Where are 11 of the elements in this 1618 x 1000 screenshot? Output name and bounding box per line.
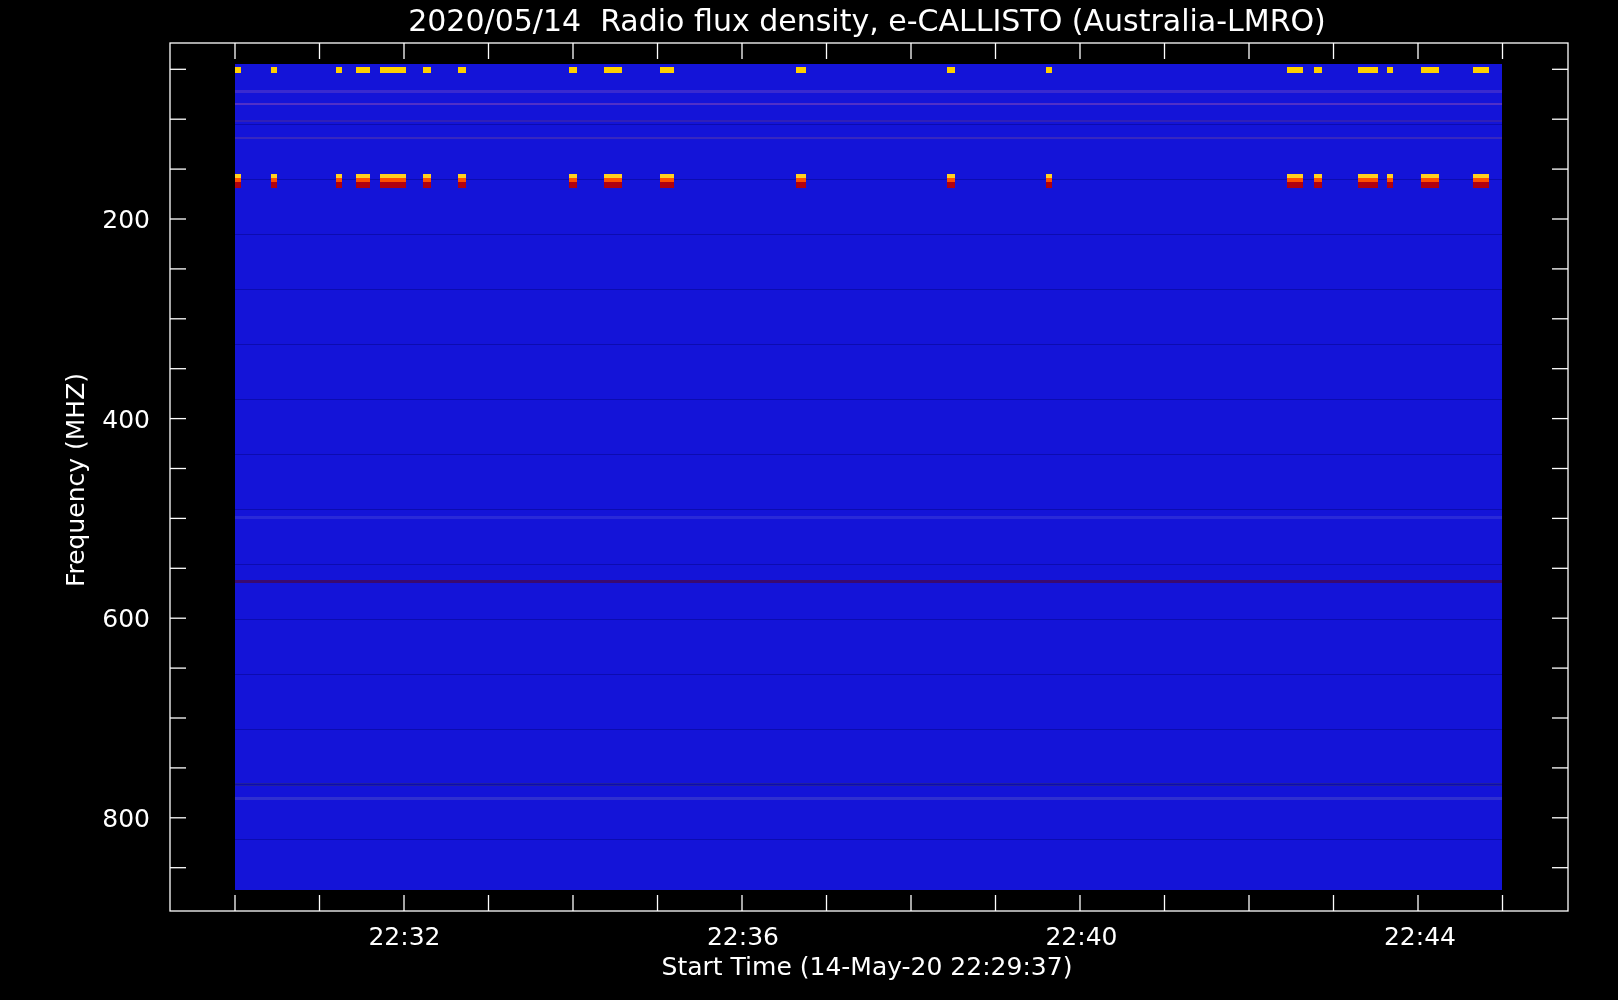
tick-label: 22:40: [1045, 922, 1118, 951]
tick-label: 22:36: [707, 922, 779, 951]
tick-label: 800: [102, 803, 150, 833]
chart-title: 2020/05/14 Radio flux density, e-CALLISTO (Australia-LMRO): [408, 3, 1326, 38]
axis-label: Frequency (MHZ): [61, 372, 90, 588]
tick-label: 400: [102, 404, 150, 434]
tick-label: 22:44: [1384, 922, 1456, 951]
tick-label: 22:32: [368, 922, 441, 951]
tick-label: 600: [102, 604, 150, 633]
axis-label: Start Time (14-May-20 22:29:37): [661, 952, 1073, 981]
tick-label: 200: [102, 205, 150, 234]
